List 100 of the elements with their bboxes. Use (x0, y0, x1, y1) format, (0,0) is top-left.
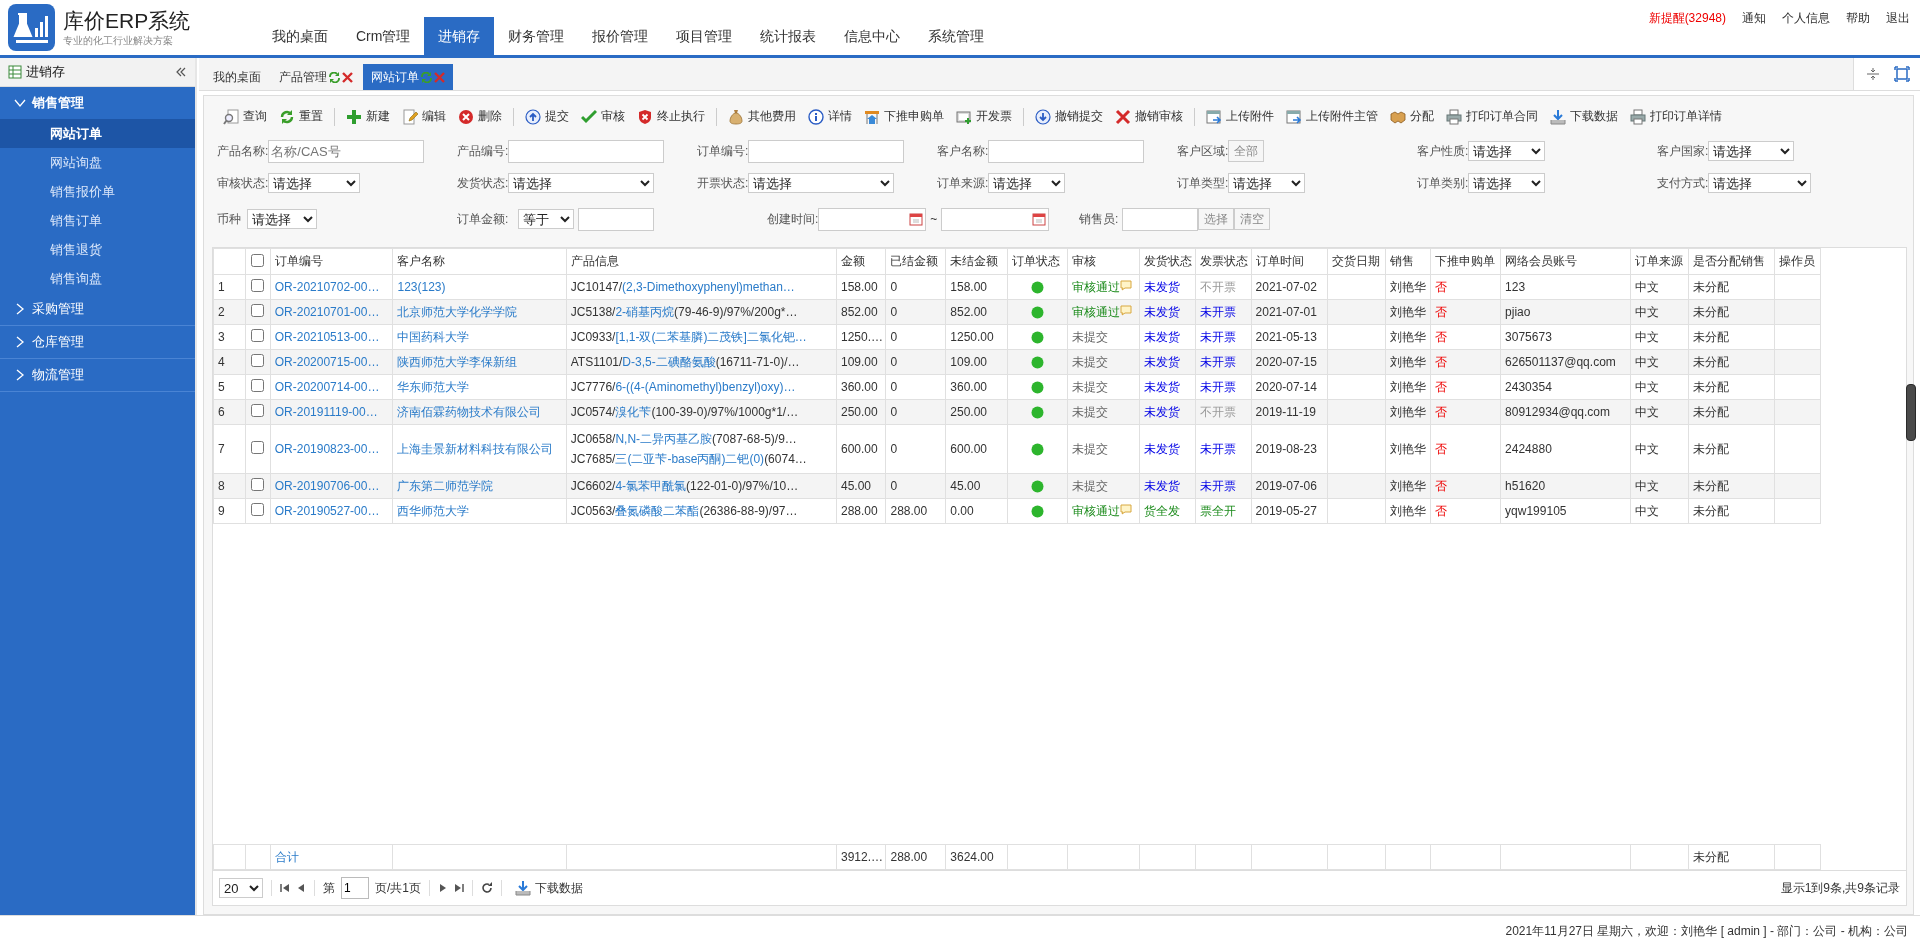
toolbar-button[interactable]: 下载数据 (1545, 106, 1623, 127)
toolbar-button[interactable]: 打印订单合同 (1441, 106, 1543, 127)
menu-item[interactable]: 网站订单 (0, 119, 195, 148)
page-input[interactable]: 1 (341, 877, 369, 899)
date-field[interactable] (941, 207, 1050, 231)
dropdown[interactable]: 请选择 (1708, 141, 1795, 161)
row-checkbox[interactable] (251, 379, 265, 392)
toolbar-button[interactable]: 撤销提交 (1030, 106, 1108, 127)
menu-section[interactable]: 采购管理 (0, 293, 195, 326)
page-tab[interactable]: 产品管理 (271, 64, 361, 90)
dropdown[interactable]: 20 (219, 878, 263, 898)
scrollbar-thumb[interactable] (1906, 384, 1916, 441)
close-icon[interactable] (342, 71, 353, 83)
input-field[interactable] (748, 139, 905, 163)
dropdown[interactable]: 请选择 (1228, 173, 1306, 193)
nav-tab[interactable]: 我的桌面 (258, 17, 342, 55)
nav-tab[interactable]: Crm管理 (342, 17, 425, 55)
toolbar-button[interactable]: 分配 (1385, 106, 1439, 127)
menu-item[interactable]: 销售询盘 (0, 264, 195, 293)
menu-item[interactable]: 网站询盘 (0, 148, 195, 177)
nav-tab[interactable]: 财务管理 (494, 17, 579, 55)
toolbar-button[interactable]: 提交 (520, 106, 574, 127)
column-header[interactable]: 金额 (836, 248, 886, 275)
header-link[interactable]: 个人信息 (1782, 10, 1830, 27)
menu-item[interactable]: 销售退货 (0, 235, 195, 264)
page-tab[interactable]: 我的桌面 (205, 64, 269, 90)
column-header[interactable]: 审核 (1067, 248, 1140, 275)
dropdown[interactable]: 等于 (518, 209, 575, 229)
input-field[interactable]: 名称/CAS号 (268, 139, 425, 163)
column-header[interactable]: 已结金额 (885, 248, 946, 275)
input-field[interactable] (988, 139, 1145, 163)
nav-tab[interactable]: 统计报表 (746, 17, 831, 55)
dropdown[interactable]: 请选择 (247, 209, 317, 229)
dropdown[interactable]: 请选择 (268, 173, 361, 193)
toolbar-button[interactable]: 打印订单详情 (1625, 106, 1727, 127)
next-page-icon[interactable] (438, 883, 448, 893)
region-button[interactable]: 全部 (1228, 140, 1265, 162)
toolbar-button[interactable]: 终止执行 (632, 106, 710, 127)
dropdown[interactable]: 请选择 (508, 173, 655, 193)
column-header[interactable]: 是否分配销售 (1688, 248, 1775, 275)
toolbar-button[interactable]: 下推申购单 (859, 106, 949, 127)
column-header[interactable]: 发货状态 (1139, 248, 1196, 275)
row-checkbox[interactable] (251, 304, 265, 317)
collapse-icon[interactable] (175, 66, 187, 78)
fullscreen-icon[interactable] (1894, 66, 1910, 82)
dropdown[interactable]: 请选择 (748, 173, 895, 193)
date-field[interactable] (818, 207, 927, 231)
row-checkbox[interactable] (251, 329, 265, 342)
toolbar-button[interactable]: 新建 (341, 106, 395, 127)
row-checkbox[interactable] (251, 404, 265, 417)
picker-button[interactable]: 选择 (1198, 208, 1235, 230)
column-header[interactable]: 发票状态 (1195, 248, 1252, 275)
nav-tab[interactable]: 报价管理 (578, 17, 663, 55)
last-page-icon[interactable] (454, 883, 464, 893)
column-header[interactable]: 订单状态 (1007, 248, 1068, 275)
column-header[interactable]: 订单时间 (1251, 248, 1328, 275)
nav-tab[interactable]: 系统管理 (914, 17, 999, 55)
menu-section[interactable]: 销售管理 (0, 87, 195, 119)
column-header[interactable]: 客户名称 (392, 248, 567, 275)
input-field[interactable] (1122, 207, 1199, 231)
toolbar-button[interactable]: 查询 (218, 106, 272, 127)
select-all-checkbox[interactable] (251, 253, 265, 267)
row-checkbox[interactable] (251, 279, 265, 292)
toolbar-button[interactable]: 其他费用 (723, 106, 801, 127)
dropdown[interactable]: 请选择 (988, 173, 1066, 193)
toolbar-button[interactable]: 编辑 (397, 106, 451, 127)
dropdown[interactable]: 请选择 (1708, 173, 1812, 193)
download-button[interactable]: 下载数据 (510, 877, 588, 899)
column-header[interactable]: 下推申购单 (1430, 248, 1501, 275)
notification-link[interactable]: 新提醒(32948) (1648, 10, 1726, 27)
toolbar-button[interactable]: 开发票 (951, 106, 1017, 127)
column-header[interactable]: 交货日期 (1327, 248, 1386, 275)
first-page-icon[interactable] (280, 883, 290, 893)
customer-link[interactable]: 123(123) (397, 280, 446, 294)
collapse-icon[interactable] (1866, 67, 1880, 81)
nav-tab[interactable]: 项目管理 (662, 17, 747, 55)
toolbar-button[interactable]: 删除 (453, 106, 507, 127)
nav-tab[interactable]: 进销存 (424, 17, 495, 55)
nav-tab[interactable]: 信息中心 (830, 17, 915, 55)
previous-page-icon[interactable] (296, 883, 306, 893)
menu-item[interactable]: 销售订单 (0, 206, 195, 235)
toolbar-button[interactable]: 上传附件主管 (1281, 106, 1383, 127)
dropdown[interactable]: 请选择 (1468, 141, 1546, 161)
column-header[interactable]: 订单编号 (270, 248, 393, 275)
toolbar-button[interactable]: 上传附件 (1201, 106, 1279, 127)
toolbar-button[interactable]: 重置 (274, 106, 328, 127)
toolbar-button[interactable]: 撤销审核 (1110, 106, 1188, 127)
column-header[interactable]: 产品信息 (566, 248, 837, 275)
toolbar-button[interactable]: 审核 (576, 106, 630, 127)
refresh-icon[interactable] (481, 882, 493, 894)
picker-button[interactable]: 清空 (1234, 208, 1271, 230)
menu-section[interactable]: 仓库管理 (0, 326, 195, 359)
column-header[interactable]: 操作员 (1774, 248, 1821, 275)
toolbar-button[interactable]: 详情 (803, 106, 857, 127)
header-link[interactable]: 退出 (1886, 10, 1910, 27)
dropdown[interactable]: 请选择 (1468, 173, 1546, 193)
column-header[interactable]: 未结金额 (945, 248, 1008, 275)
header-link[interactable]: 帮助 (1846, 10, 1870, 27)
row-checkbox[interactable] (251, 478, 265, 491)
input-field[interactable] (578, 207, 655, 231)
